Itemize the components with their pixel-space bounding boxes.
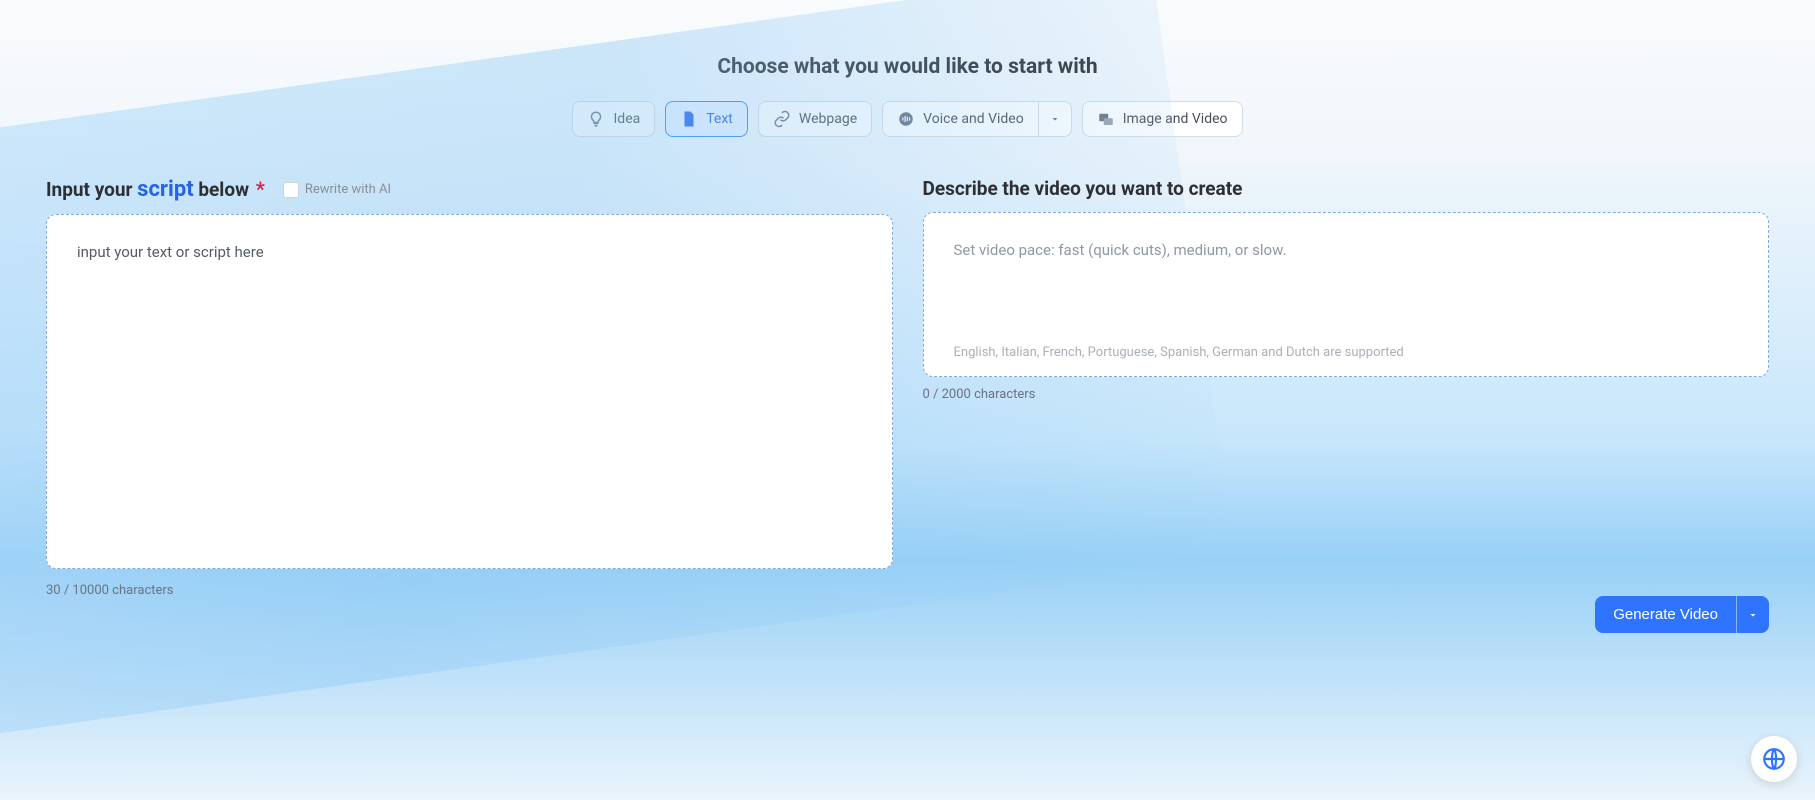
generate-button-group: Generate Video xyxy=(1595,596,1769,633)
language-hint: English, Italian, French, Portuguese, Sp… xyxy=(954,345,1739,360)
rewrite-with-ai-toggle[interactable]: Rewrite with AI xyxy=(283,182,391,198)
source-tabs: Idea Text Webpage Voice and Video Image … xyxy=(0,101,1815,137)
tab-label: Idea xyxy=(613,111,640,127)
tab-voice-video-caret[interactable] xyxy=(1039,102,1071,136)
required-star: * xyxy=(256,177,265,201)
tab-label: Text xyxy=(706,111,733,127)
header: Choose what you would like to start with… xyxy=(0,0,1815,137)
description-char-counter: 0 / 2000 characters xyxy=(923,387,1770,402)
tab-webpage[interactable]: Webpage xyxy=(758,101,872,137)
script-char-counter: 30 / 10000 characters xyxy=(46,583,893,598)
tab-voice-video[interactable]: Voice and Video xyxy=(883,102,1038,136)
chevron-down-icon xyxy=(1049,113,1061,125)
audio-waveform-icon xyxy=(897,110,915,128)
main-columns: Input your script below * Rewrite with A… xyxy=(0,137,1815,598)
script-label-row: Input your script below * Rewrite with A… xyxy=(46,177,893,202)
description-input[interactable]: Set video pace: fast (quick cuts), mediu… xyxy=(923,212,1770,377)
help-chat-button[interactable] xyxy=(1751,736,1797,782)
rewrite-label: Rewrite with AI xyxy=(305,182,391,197)
tab-label: Voice and Video xyxy=(923,111,1024,127)
tab-text[interactable]: Text xyxy=(665,101,748,137)
chevron-down-icon xyxy=(1747,609,1759,621)
document-icon xyxy=(680,110,698,128)
description-label-row: Describe the video you want to create xyxy=(923,177,1770,200)
description-column: Describe the video you want to create Se… xyxy=(923,177,1770,598)
checkbox-icon xyxy=(283,182,299,198)
generate-video-caret[interactable] xyxy=(1736,596,1769,633)
tab-label: Webpage xyxy=(799,111,857,127)
tab-voice-video-group: Voice and Video xyxy=(882,101,1072,137)
lightbulb-icon xyxy=(587,110,605,128)
description-heading: Describe the video you want to create xyxy=(923,177,1243,200)
script-input[interactable] xyxy=(46,214,893,569)
link-icon xyxy=(773,110,791,128)
tab-image-video[interactable]: Image and Video xyxy=(1082,101,1243,137)
description-placeholder: Set video pace: fast (quick cuts), mediu… xyxy=(954,241,1739,259)
script-heading: Input your script below * xyxy=(46,177,265,202)
script-column: Input your script below * Rewrite with A… xyxy=(46,177,893,598)
heading-pre: Input your xyxy=(46,178,137,201)
tab-label: Image and Video xyxy=(1123,111,1228,127)
globe-icon xyxy=(1761,746,1787,772)
heading-script-word: script xyxy=(137,177,193,202)
tab-idea[interactable]: Idea xyxy=(572,101,655,137)
generate-video-button[interactable]: Generate Video xyxy=(1595,596,1736,633)
media-icon xyxy=(1097,110,1115,128)
heading-post: below xyxy=(194,178,254,201)
page-title: Choose what you would like to start with xyxy=(0,55,1815,79)
